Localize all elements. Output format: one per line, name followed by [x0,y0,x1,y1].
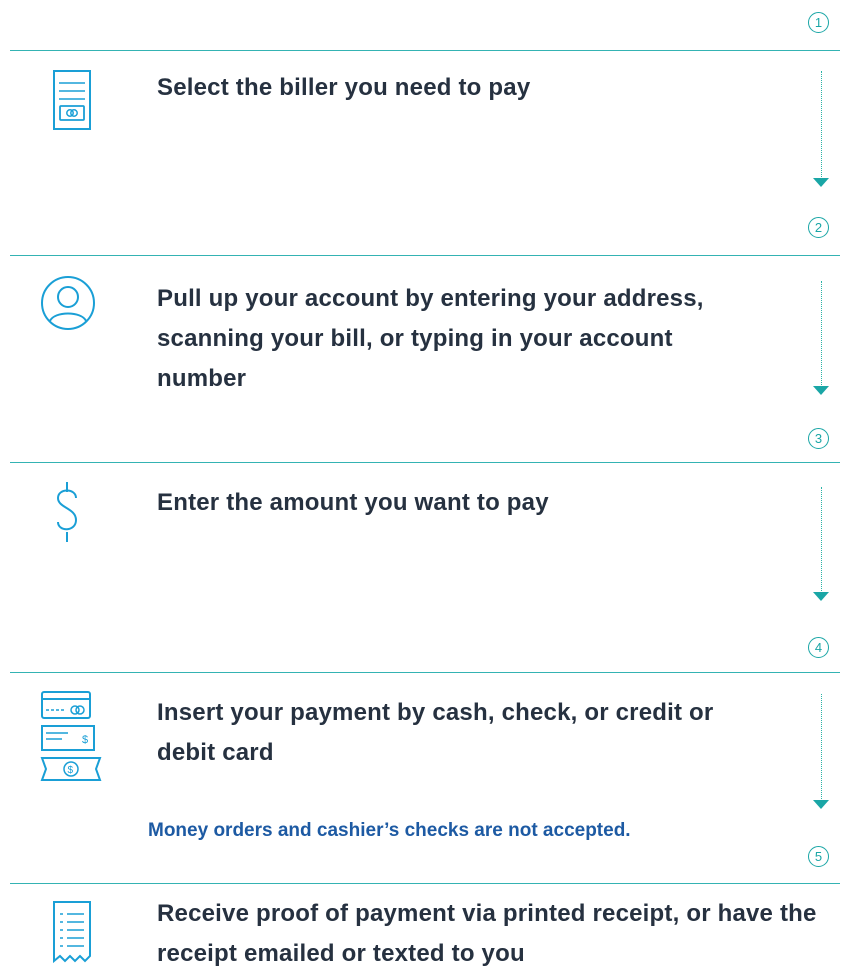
step-text: Insert your payment by cash, check, or c… [157,699,714,766]
divider [10,462,840,463]
payment-methods-icon: $ $ [40,690,102,790]
step-text: Pull up your account by entering your ad… [157,285,704,392]
step-number-badge: 2 [808,217,829,238]
bill-icon [52,69,92,131]
flow-line [821,281,822,387]
step-number-badge: 1 [808,12,829,33]
step-number-badge: 4 [808,637,829,658]
arrow-down-icon [813,386,829,395]
step-number-badge: 5 [808,846,829,867]
arrow-down-icon [813,178,829,187]
payment-note: Money orders and cashier’s checks are no… [148,820,631,841]
step-text: Select the biller you need to pay [157,74,531,101]
svg-text:$: $ [68,765,74,776]
step-number: 1 [814,15,823,30]
step-text: Enter the amount you want to pay [157,489,549,516]
divider [10,883,840,884]
step-number-badge: 3 [808,428,829,449]
dollar-icon [54,480,80,544]
step-number: 2 [814,220,823,235]
arrow-down-icon [813,800,829,809]
step-number: 5 [814,849,823,864]
receipt-icon [52,900,92,964]
divider [10,672,840,673]
divider [10,255,840,256]
flow-line [821,487,822,593]
step-number: 4 [814,640,823,655]
flow-line [821,71,822,179]
step-text: Receive proof of payment via printed rec… [157,900,817,967]
arrow-down-icon [813,592,829,601]
flow-line [821,694,822,801]
user-icon [40,275,96,331]
svg-text:$: $ [82,734,88,746]
step-number: 3 [814,431,823,446]
divider [10,50,840,51]
